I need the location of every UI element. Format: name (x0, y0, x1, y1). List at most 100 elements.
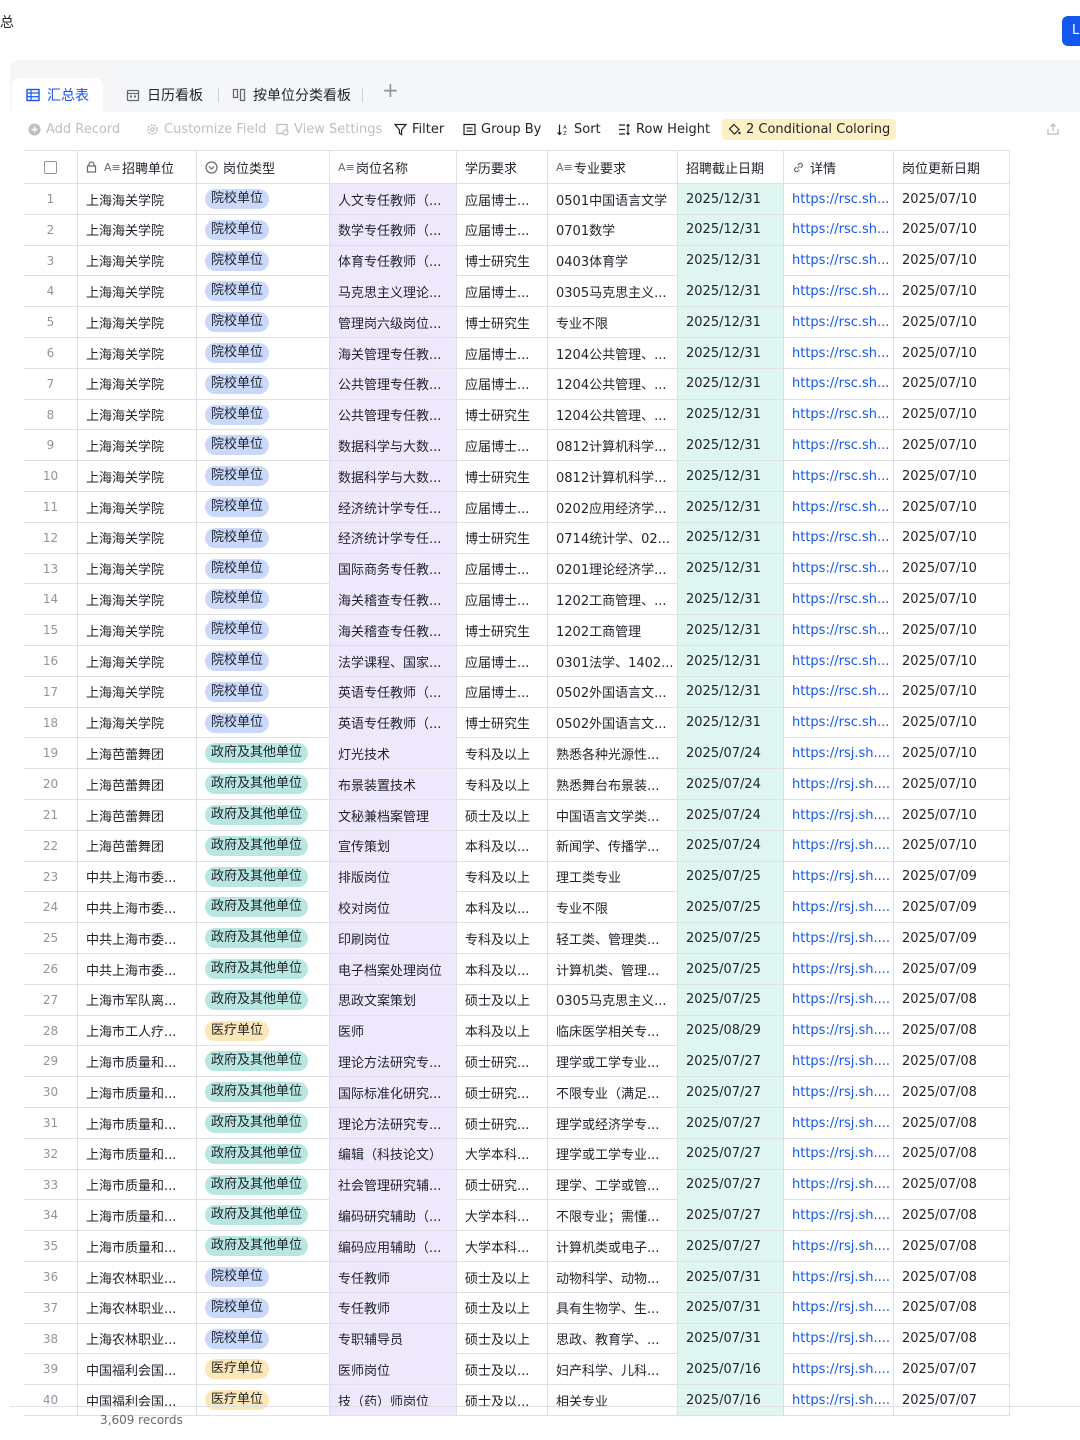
cell-type[interactable]: 院校单位 (197, 338, 330, 368)
cell-deadline[interactable]: 2025/12/31 (678, 338, 784, 368)
tab-calendar[interactable]: 日历看板 (126, 78, 203, 112)
cell-type[interactable]: 院校单位 (197, 368, 330, 399)
cell-position-name[interactable]: 编码应用辅助（... (330, 1231, 457, 1262)
cell-unit[interactable]: 上海海关学院 (78, 584, 197, 615)
cell-type[interactable]: 医疗单位 (197, 1385, 330, 1416)
table-row[interactable]: 12 上海海关学院 院校单位 经济统计学专任... 博士研究生 0714统计学、02...… (24, 522, 1010, 554)
cell-major[interactable]: 0812计算机科学... (548, 461, 678, 492)
cell-updated[interactable]: 2025/07/09 (894, 954, 1010, 984)
cell-updated[interactable]: 2025/07/10 (894, 646, 1010, 676)
row-number[interactable]: 11 (24, 492, 78, 522)
cell-major[interactable]: 不限专业（满足... (548, 1077, 678, 1108)
cell-updated[interactable]: 2025/07/08 (894, 1108, 1010, 1138)
select-all-checkbox[interactable] (24, 151, 78, 184)
cell-position-name[interactable]: 布景装置技术 (330, 769, 457, 800)
cell-education[interactable]: 大学本科... (457, 1138, 548, 1169)
row-number[interactable]: 13 (24, 553, 78, 584)
cell-unit[interactable]: 上海芭蕾舞团 (78, 769, 197, 800)
tab-summary-table[interactable]: 汇总表 (12, 78, 103, 112)
cell-deadline[interactable]: 2025/12/31 (678, 276, 784, 307)
row-number[interactable]: 27 (24, 984, 78, 1015)
cell-detail-link[interactable]: https://rsj.sh.... (784, 1138, 894, 1169)
cell-major[interactable]: 0502外国语言文... (548, 676, 678, 707)
cell-unit[interactable]: 上海海关学院 (78, 646, 197, 676)
cell-deadline[interactable]: 2025/12/31 (678, 584, 784, 615)
table-row[interactable]: 39 中国福利会国... 医疗单位 医师岗位 硕士及以... 妇产科学、儿科... 2025… (24, 1354, 1010, 1386)
cell-education[interactable]: 应届博士... (457, 184, 548, 214)
cell-education[interactable]: 专科及以上 (457, 738, 548, 769)
cell-unit[interactable]: 上海芭蕾舞团 (78, 830, 197, 861)
cell-education[interactable]: 博士研究生 (457, 707, 548, 738)
cell-type[interactable]: 院校单位 (197, 399, 330, 430)
cell-education[interactable]: 硕士研究... (457, 1046, 548, 1077)
cell-major[interactable]: 0202应用经济学... (548, 492, 678, 522)
cell-deadline[interactable]: 2025/07/25 (678, 923, 784, 954)
row-number[interactable]: 10 (24, 461, 78, 492)
cell-deadline[interactable]: 2025/07/31 (678, 1262, 784, 1292)
table-row[interactable]: 24 中共上海市委... 政府及其他单位 校对岗位 本科及以... 专业不限 2025/07… (24, 892, 1010, 924)
cell-updated[interactable]: 2025/07/10 (894, 430, 1010, 461)
row-number[interactable]: 37 (24, 1292, 78, 1323)
cell-unit[interactable]: 上海海关学院 (78, 707, 197, 738)
group-by-button[interactable]: Group By (463, 122, 541, 137)
cell-major[interactable]: 1202工商管理 (548, 615, 678, 646)
table-row[interactable]: 26 中共上海市委... 政府及其他单位 电子档案处理岗位 本科及以... 计算机类、管理… (24, 954, 1010, 985)
cell-position-name[interactable]: 思政文案策划 (330, 984, 457, 1015)
cell-updated[interactable]: 2025/07/08 (894, 1262, 1010, 1292)
cell-type[interactable]: 院校单位 (197, 584, 330, 615)
cell-major[interactable]: 相关专业 (548, 1385, 678, 1416)
row-number[interactable]: 20 (24, 769, 78, 800)
row-number[interactable]: 1 (24, 184, 78, 214)
cell-type[interactable]: 政府及其他单位 (197, 1077, 330, 1108)
cell-deadline[interactable]: 2025/12/31 (678, 553, 784, 584)
cell-updated[interactable]: 2025/07/07 (894, 1354, 1010, 1385)
cell-detail-link[interactable]: https://rsj.sh.... (784, 1354, 894, 1385)
cell-updated[interactable]: 2025/07/10 (894, 522, 1010, 553)
row-number[interactable]: 8 (24, 399, 78, 430)
cell-type[interactable]: 政府及其他单位 (197, 984, 330, 1015)
cell-major[interactable]: 专业不限 (548, 307, 678, 338)
cell-position-name[interactable]: 公共管理专任教... (330, 368, 457, 399)
cell-detail-link[interactable]: https://rsj.sh.... (784, 738, 894, 769)
cell-unit[interactable]: 中共上海市委... (78, 954, 197, 984)
cell-deadline[interactable]: 2025/07/25 (678, 861, 784, 892)
cell-type[interactable]: 政府及其他单位 (197, 738, 330, 769)
cell-position-name[interactable]: 人文专任教师（... (330, 184, 457, 214)
cell-detail-link[interactable]: https://rsj.sh.... (784, 769, 894, 800)
row-number[interactable]: 3 (24, 245, 78, 276)
cell-updated[interactable]: 2025/07/10 (894, 214, 1010, 245)
cell-major[interactable]: 临床医学相关专... (548, 1015, 678, 1046)
table-row[interactable]: 25 中共上海市委... 政府及其他单位 印刷岗位 专科及以上 轻工类、管理类... 202… (24, 923, 1010, 954)
cell-education[interactable]: 本科及以... (457, 830, 548, 861)
cell-education[interactable]: 硕士及以... (457, 1354, 548, 1385)
cell-position-name[interactable]: 医师岗位 (330, 1354, 457, 1385)
filter-button[interactable]: Filter (393, 122, 444, 137)
cell-updated[interactable]: 2025/07/10 (894, 615, 1010, 646)
cell-updated[interactable]: 2025/07/09 (894, 892, 1010, 923)
cell-updated[interactable]: 2025/07/08 (894, 1323, 1010, 1354)
cell-major[interactable]: 0501中国语言文学 (548, 184, 678, 214)
cell-type[interactable]: 政府及其他单位 (197, 954, 330, 984)
cell-updated[interactable]: 2025/07/10 (894, 800, 1010, 830)
table-row[interactable]: 11 上海海关学院 院校单位 经济统计学专任... 应届博士... 0202应用经济学..… (24, 492, 1010, 523)
cell-deadline[interactable]: 2025/12/31 (678, 184, 784, 214)
row-number[interactable]: 9 (24, 430, 78, 461)
cell-type[interactable]: 政府及其他单位 (197, 861, 330, 892)
cell-major[interactable]: 0701数学 (548, 214, 678, 245)
cell-position-name[interactable]: 灯光技术 (330, 738, 457, 769)
cell-unit[interactable]: 上海市质量和... (78, 1046, 197, 1077)
table-row[interactable]: 20 上海芭蕾舞团 政府及其他单位 布景装置技术 专科及以上 熟悉舞台布景装... 2025… (24, 769, 1010, 800)
cell-detail-link[interactable]: https://rsj.sh.... (784, 830, 894, 861)
cell-type[interactable]: 院校单位 (197, 1323, 330, 1354)
cell-type[interactable]: 政府及其他单位 (197, 800, 330, 830)
cell-education[interactable]: 大学本科... (457, 1200, 548, 1231)
cell-major[interactable]: 新闻学、传播学... (548, 830, 678, 861)
cell-updated[interactable]: 2025/07/10 (894, 184, 1010, 214)
cell-deadline[interactable]: 2025/07/27 (678, 1231, 784, 1262)
cell-unit[interactable]: 上海市工人疗... (78, 1015, 197, 1046)
row-number[interactable]: 23 (24, 861, 78, 892)
cell-deadline[interactable]: 2025/07/16 (678, 1354, 784, 1385)
cell-education[interactable]: 应届博士... (457, 553, 548, 584)
row-number[interactable]: 22 (24, 830, 78, 861)
cell-major[interactable]: 理学或工学专业... (548, 1138, 678, 1169)
